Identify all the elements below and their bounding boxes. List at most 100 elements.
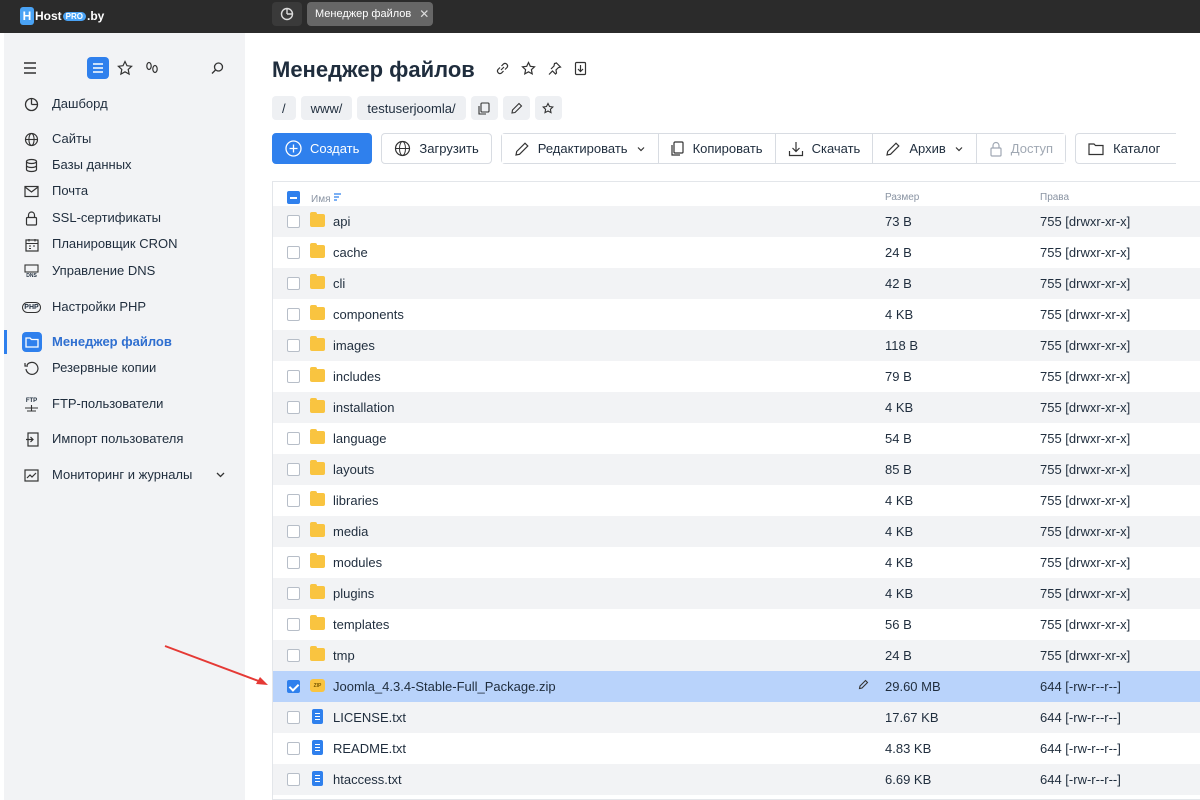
- row-checkbox[interactable]: [287, 742, 300, 755]
- sidebar-item-databases[interactable]: Базы данных: [0, 153, 245, 177]
- row-checkbox[interactable]: [287, 680, 300, 693]
- sidebar-item-dns[interactable]: DNS Управление DNS: [0, 259, 245, 283]
- file-name[interactable]: tmp: [333, 648, 355, 663]
- table-row[interactable]: cli 42 B 755 [drwxr-xr-x]: [273, 268, 1200, 299]
- table-row[interactable]: installation 4 KB 755 [drwxr-xr-x]: [273, 392, 1200, 423]
- file-name[interactable]: media: [333, 524, 368, 539]
- edit-button[interactable]: Редактировать: [501, 134, 659, 163]
- row-checkbox[interactable]: [287, 215, 300, 228]
- table-row[interactable]: tmp 24 B 755 [drwxr-xr-x]: [273, 640, 1200, 671]
- select-all-checkbox[interactable]: [287, 191, 300, 204]
- row-checkbox[interactable]: [287, 556, 300, 569]
- file-name[interactable]: README.txt: [333, 741, 406, 756]
- row-checkbox[interactable]: [287, 401, 300, 414]
- table-row[interactable]: layouts 85 B 755 [drwxr-xr-x]: [273, 454, 1200, 485]
- table-row[interactable]: language 54 B 755 [drwxr-xr-x]: [273, 423, 1200, 454]
- archive-button[interactable]: Архив: [873, 134, 977, 163]
- row-checkbox[interactable]: [287, 773, 300, 786]
- row-checkbox[interactable]: [287, 277, 300, 290]
- table-row[interactable]: includes 79 B 755 [drwxr-xr-x]: [273, 361, 1200, 392]
- create-button[interactable]: Создать: [272, 133, 373, 164]
- table-row[interactable]: templates 56 B 755 [drwxr-xr-x]: [273, 609, 1200, 640]
- link-icon[interactable]: [495, 61, 510, 76]
- sidebar-item-cron[interactable]: Планировщик CRON: [0, 232, 245, 256]
- column-name[interactable]: Имя: [311, 192, 342, 205]
- hostpro-logo[interactable]: H Host PRO .by: [20, 6, 104, 26]
- row-checkbox[interactable]: [287, 587, 300, 600]
- file-name[interactable]: plugins: [333, 586, 374, 601]
- sidebar-item-user-import[interactable]: Импорт пользователя: [0, 427, 245, 451]
- row-checkbox[interactable]: [287, 370, 300, 383]
- table-row[interactable]: README.txt 4.83 KB 644 [-rw-r--r--]: [273, 733, 1200, 764]
- sidebar-item-dashboard[interactable]: Дашборд: [0, 92, 245, 116]
- file-name[interactable]: cli: [333, 276, 345, 291]
- download-button[interactable]: Скачать: [775, 134, 874, 163]
- hamburger-menu-icon[interactable]: [22, 57, 38, 79]
- row-checkbox[interactable]: [287, 494, 300, 507]
- file-name[interactable]: images: [333, 338, 375, 353]
- sidebar-item-sites[interactable]: Сайты: [0, 127, 245, 151]
- sidebar-item-mail[interactable]: Почта: [0, 179, 245, 203]
- upload-button[interactable]: Загрузить: [381, 133, 492, 164]
- table-row[interactable]: images 118 B 755 [drwxr-xr-x]: [273, 330, 1200, 361]
- file-name[interactable]: includes: [333, 369, 381, 384]
- close-icon[interactable]: ✕: [419, 7, 429, 21]
- favorite-path-button[interactable]: [534, 96, 562, 120]
- file-name[interactable]: modules: [333, 555, 382, 570]
- sidebar-item-php[interactable]: PHP Настройки PHP: [0, 295, 245, 319]
- sidebar-favorites-button[interactable]: [114, 57, 136, 79]
- sidebar-item-ftp[interactable]: FTP FTP-пользователи: [0, 392, 245, 416]
- breadcrumb-testuserjoomla[interactable]: testuserjoomla/: [357, 96, 466, 120]
- file-name[interactable]: Joomla_4.3.4-Stable-Full_Package.zip: [333, 679, 556, 694]
- table-row[interactable]: modules 4 KB 755 [drwxr-xr-x]: [273, 547, 1200, 578]
- tab-file-manager[interactable]: Менеджер файлов ✕: [307, 2, 433, 26]
- file-name[interactable]: libraries: [333, 493, 379, 508]
- table-row[interactable]: media 4 KB 755 [drwxr-xr-x]: [273, 516, 1200, 547]
- row-checkbox[interactable]: [287, 463, 300, 476]
- table-row[interactable]: api 73 B 755 [drwxr-xr-x]: [273, 206, 1200, 237]
- sidebar-item-file-manager[interactable]: Менеджер файлов: [0, 330, 245, 354]
- dashboard-tab-button[interactable]: [272, 2, 302, 26]
- catalog-button[interactable]: Каталог: [1075, 133, 1177, 164]
- file-name[interactable]: api: [333, 214, 350, 229]
- row-checkbox[interactable]: [287, 649, 300, 662]
- table-row[interactable]: plugins 4 KB 755 [drwxr-xr-x]: [273, 578, 1200, 609]
- sidebar-list-view-button[interactable]: [87, 57, 109, 79]
- copy-path-button[interactable]: [470, 96, 498, 120]
- table-row[interactable]: components 4 KB 755 [drwxr-xr-x]: [273, 299, 1200, 330]
- table-row[interactable]: htaccess.txt 6.69 KB 644 [-rw-r--r--]: [273, 764, 1200, 795]
- edit-path-button[interactable]: [502, 96, 530, 120]
- file-name[interactable]: language: [333, 431, 387, 446]
- access-button[interactable]: Доступ: [976, 134, 1066, 163]
- sidebar-item-monitoring[interactable]: Мониторинг и журналы: [0, 463, 245, 487]
- sidebar-item-backups[interactable]: Резервные копии: [0, 356, 245, 380]
- table-row[interactable]: LICENSE.txt 17.67 KB 644 [-rw-r--r--]: [273, 702, 1200, 733]
- file-name[interactable]: htaccess.txt: [333, 772, 402, 787]
- row-checkbox[interactable]: [287, 308, 300, 321]
- file-name[interactable]: installation: [333, 400, 394, 415]
- file-name[interactable]: cache: [333, 245, 368, 260]
- row-checkbox[interactable]: [287, 339, 300, 352]
- pin-icon[interactable]: [547, 61, 562, 76]
- row-checkbox[interactable]: [287, 525, 300, 538]
- file-name[interactable]: components: [333, 307, 404, 322]
- rename-pencil-icon[interactable]: [858, 679, 869, 690]
- sidebar-item-ssl[interactable]: SSL-сертификаты: [0, 206, 245, 230]
- file-name[interactable]: templates: [333, 617, 389, 632]
- breadcrumb-root[interactable]: /: [272, 96, 296, 120]
- sidebar-steps-button[interactable]: [141, 57, 163, 79]
- sidebar-search-button[interactable]: [206, 57, 228, 79]
- table-row[interactable]: cache 24 B 755 [drwxr-xr-x]: [273, 237, 1200, 268]
- column-size[interactable]: Размер: [885, 192, 919, 203]
- row-checkbox[interactable]: [287, 432, 300, 445]
- file-name[interactable]: layouts: [333, 462, 374, 477]
- row-checkbox[interactable]: [287, 246, 300, 259]
- chevron-down-icon[interactable]: [215, 469, 226, 480]
- table-row[interactable]: ZIP Joomla_4.3.4-Stable-Full_Package.zip 2…: [273, 671, 1200, 702]
- breadcrumb-www[interactable]: www/: [300, 96, 353, 120]
- row-checkbox[interactable]: [287, 711, 300, 724]
- column-perms[interactable]: Права: [1040, 192, 1069, 203]
- row-checkbox[interactable]: [287, 618, 300, 631]
- file-name[interactable]: LICENSE.txt: [333, 710, 406, 725]
- table-row[interactable]: libraries 4 KB 755 [drwxr-xr-x]: [273, 485, 1200, 516]
